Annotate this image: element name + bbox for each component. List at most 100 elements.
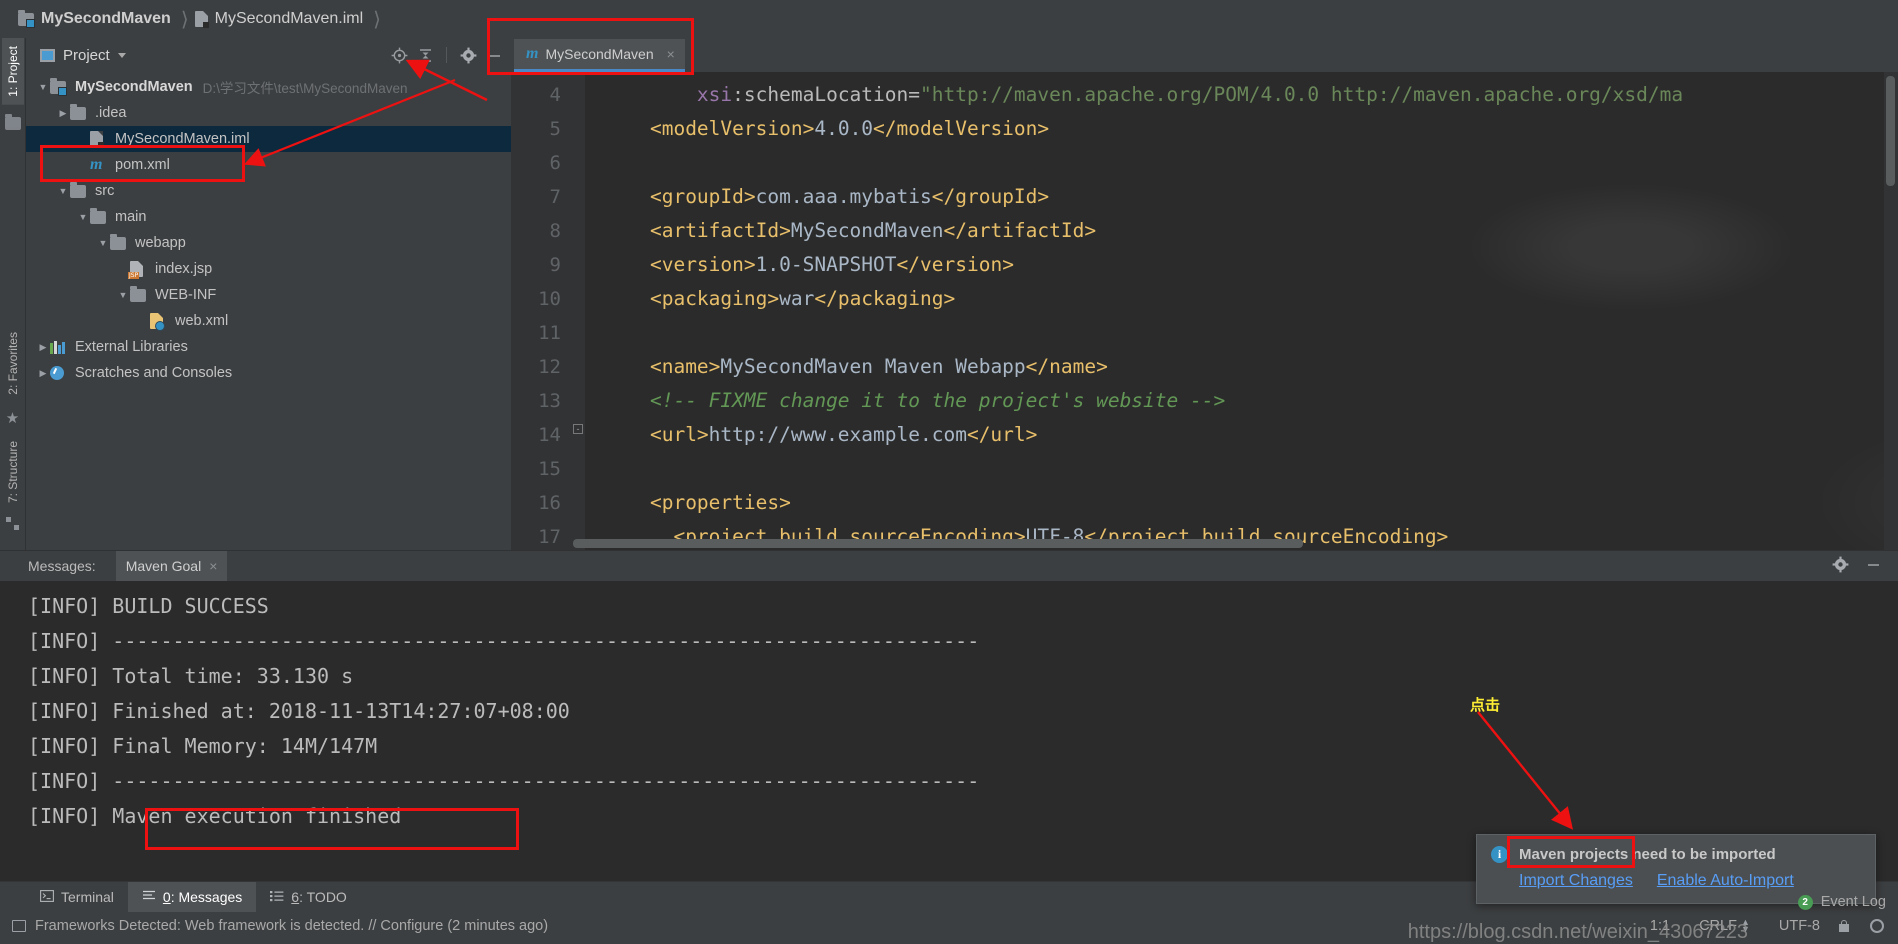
code-line[interactable]: <name>MySecondMaven Maven Webapp</name>: [603, 350, 1898, 384]
close-icon[interactable]: ×: [209, 558, 217, 574]
vertical-scrollbar[interactable]: [1886, 76, 1895, 186]
code-folding-column[interactable]: -: [571, 72, 585, 550]
status-message[interactable]: Frameworks Detected: Web framework is de…: [35, 918, 548, 934]
code-viewport[interactable]: 456789101112131415161718 - xsi:schemaLoc…: [511, 72, 1898, 550]
folder-icon: [70, 181, 86, 198]
locate-icon[interactable]: [390, 46, 408, 64]
collapse-all-icon[interactable]: [416, 46, 434, 64]
tree-item-mysecondmaven[interactable]: ▼ MySecondMaven D:\学习文件\test\MySecondMaven: [26, 74, 511, 100]
event-indicator-icon[interactable]: [12, 920, 26, 932]
folder-icon: [70, 103, 86, 120]
chevron-down-icon[interactable]: ▼: [36, 82, 50, 92]
tool-button-messages[interactable]: 0: Messages: [127, 882, 257, 912]
fold-marker-icon[interactable]: -: [573, 424, 583, 434]
line-number: 15: [538, 458, 561, 480]
code-line[interactable]: <version>1.0-SNAPSHOT</version>: [603, 248, 1898, 282]
settings-gear-icon[interactable]: [459, 46, 477, 64]
code-line[interactable]: <modelVersion>4.0.0</modelVersion>: [603, 112, 1898, 146]
tree-item-web-xml[interactable]: web.xml: [26, 308, 511, 334]
gear-icon[interactable]: [1832, 556, 1849, 576]
tree-item-label: External Libraries: [75, 339, 188, 355]
enable-auto-import-link[interactable]: Enable Auto-Import: [1657, 872, 1794, 890]
chevron-down-icon[interactable]: ▼: [56, 186, 70, 196]
scratches-icon: [50, 366, 64, 380]
messages-tab-maven-goal[interactable]: Maven Goal ×: [115, 551, 228, 581]
tree-item-mysecondmaven-iml[interactable]: MySecondMaven.iml: [26, 126, 511, 152]
file-encoding[interactable]: UTF-8: [1769, 918, 1830, 934]
code-token: xsi: [696, 83, 733, 106]
chevron-right-icon[interactable]: ▶: [56, 108, 70, 119]
code-line[interactable]: [603, 146, 1898, 180]
folder-icon: [110, 233, 126, 250]
structure-icon[interactable]: [6, 517, 19, 530]
breadcrumb-item-project[interactable]: MySecondMaven: [14, 0, 177, 38]
code-token: <packaging>: [649, 287, 780, 310]
project-view-icon: [40, 48, 55, 62]
tree-item-src[interactable]: ▼ src: [26, 178, 511, 204]
line-number: 5: [549, 118, 561, 140]
code-line[interactable]: <groupId>com.aaa.mybatis</groupId>: [603, 180, 1898, 214]
status-bar: Frameworks Detected: Web framework is de…: [0, 912, 1898, 943]
line-number: 9: [549, 254, 561, 276]
chevron-right-icon[interactable]: ▶: [36, 342, 50, 353]
stripe-tab-structure[interactable]: 7: Structure: [2, 433, 24, 511]
hide-icon[interactable]: [485, 46, 503, 64]
code-line[interactable]: <packaging>war</packaging>: [603, 282, 1898, 316]
tree-item-idea[interactable]: ▶ .idea: [26, 100, 511, 126]
line-number: 4: [549, 84, 561, 106]
code-token: <groupId>: [649, 185, 756, 208]
import-changes-link[interactable]: Import Changes: [1519, 872, 1633, 890]
star-icon[interactable]: ★: [6, 409, 19, 427]
close-icon[interactable]: ×: [667, 46, 675, 62]
tree-item-icon: m: [90, 157, 108, 173]
breadcrumb-item-iml[interactable]: MySecondMaven.iml: [191, 0, 370, 38]
event-log-button[interactable]: 2 Event Log: [1797, 894, 1886, 910]
tree-item-label: webapp: [135, 235, 186, 251]
code-line[interactable]: xsi:schemaLocation="http://maven.apache.…: [603, 78, 1898, 112]
tool-button-label: TODO: [306, 889, 347, 905]
folder-icon[interactable]: [4, 113, 21, 130]
stripe-tab-favorites[interactable]: 2: Favorites: [2, 324, 24, 403]
chevron-down-icon[interactable]: [117, 52, 126, 58]
chevron-down-icon[interactable]: ▼: [116, 290, 130, 300]
breadcrumb-chevron-icon: ⟩: [180, 8, 189, 31]
messages-icon: [142, 889, 156, 905]
tree-item-icon: [130, 285, 148, 302]
horizontal-scrollbar[interactable]: [573, 539, 1303, 548]
project-tree[interactable]: ▼ MySecondMaven D:\学习文件\test\MySecondMaven…: [26, 72, 511, 550]
breadcrumb-label: MySecondMaven.iml: [214, 10, 364, 27]
folder-icon: [90, 207, 106, 224]
tool-button-terminal[interactable]: Terminal: [26, 882, 128, 912]
gear-icon[interactable]: [1870, 919, 1884, 933]
code-text[interactable]: xsi:schemaLocation="http://maven.apache.…: [585, 72, 1898, 550]
minimize-icon[interactable]: [1865, 556, 1882, 576]
code-line[interactable]: <artifactId>MySecondMaven</artifactId>: [603, 214, 1898, 248]
tool-button-todo[interactable]: 6: TODO: [256, 882, 361, 912]
code-token: "http://maven.apache.org/POM/4.0.0 http:…: [920, 83, 1684, 106]
stripe-tab-project[interactable]: 1: Project: [1, 38, 24, 105]
tree-item-webapp[interactable]: ▼ webapp: [26, 230, 511, 256]
code-line[interactable]: <url>http://www.example.com</url>: [603, 418, 1898, 452]
code-token: </version>: [896, 253, 1014, 276]
tree-item-main[interactable]: ▼ main: [26, 204, 511, 230]
code-line[interactable]: [603, 316, 1898, 350]
tree-item-external-libraries[interactable]: ▶ External Libraries: [26, 334, 511, 360]
chevron-right-icon[interactable]: ▶: [36, 368, 50, 379]
lock-icon[interactable]: [1839, 919, 1849, 932]
line-number: 16: [538, 492, 561, 514]
tree-item-index-jsp[interactable]: index.jsp: [26, 256, 511, 282]
tree-item-scratches-and-consoles[interactable]: ▶ Scratches and Consoles: [26, 360, 511, 386]
ide-window: MySecondMaven ⟩ MySecondMaven.iml ⟩ 1: P…: [0, 0, 1898, 943]
notification-title-row: i Maven projects need to be imported: [1491, 846, 1861, 863]
code-line[interactable]: <properties>: [603, 486, 1898, 520]
code-line[interactable]: [603, 452, 1898, 486]
tree-item-pom-xml[interactable]: m pom.xml: [26, 152, 511, 178]
code-token: com.aaa.mybatis: [755, 185, 932, 208]
tree-item-web-inf[interactable]: ▼ WEB-INF: [26, 282, 511, 308]
editor-tab-pom[interactable]: m MySecondMaven ×: [514, 39, 685, 72]
code-line[interactable]: <!-- FIXME change it to the project's we…: [603, 384, 1898, 418]
tree-item-label: src: [95, 183, 115, 199]
jsp-file-icon: [128, 261, 143, 279]
chevron-down-icon[interactable]: ▼: [76, 212, 90, 222]
chevron-down-icon[interactable]: ▼: [96, 238, 110, 248]
